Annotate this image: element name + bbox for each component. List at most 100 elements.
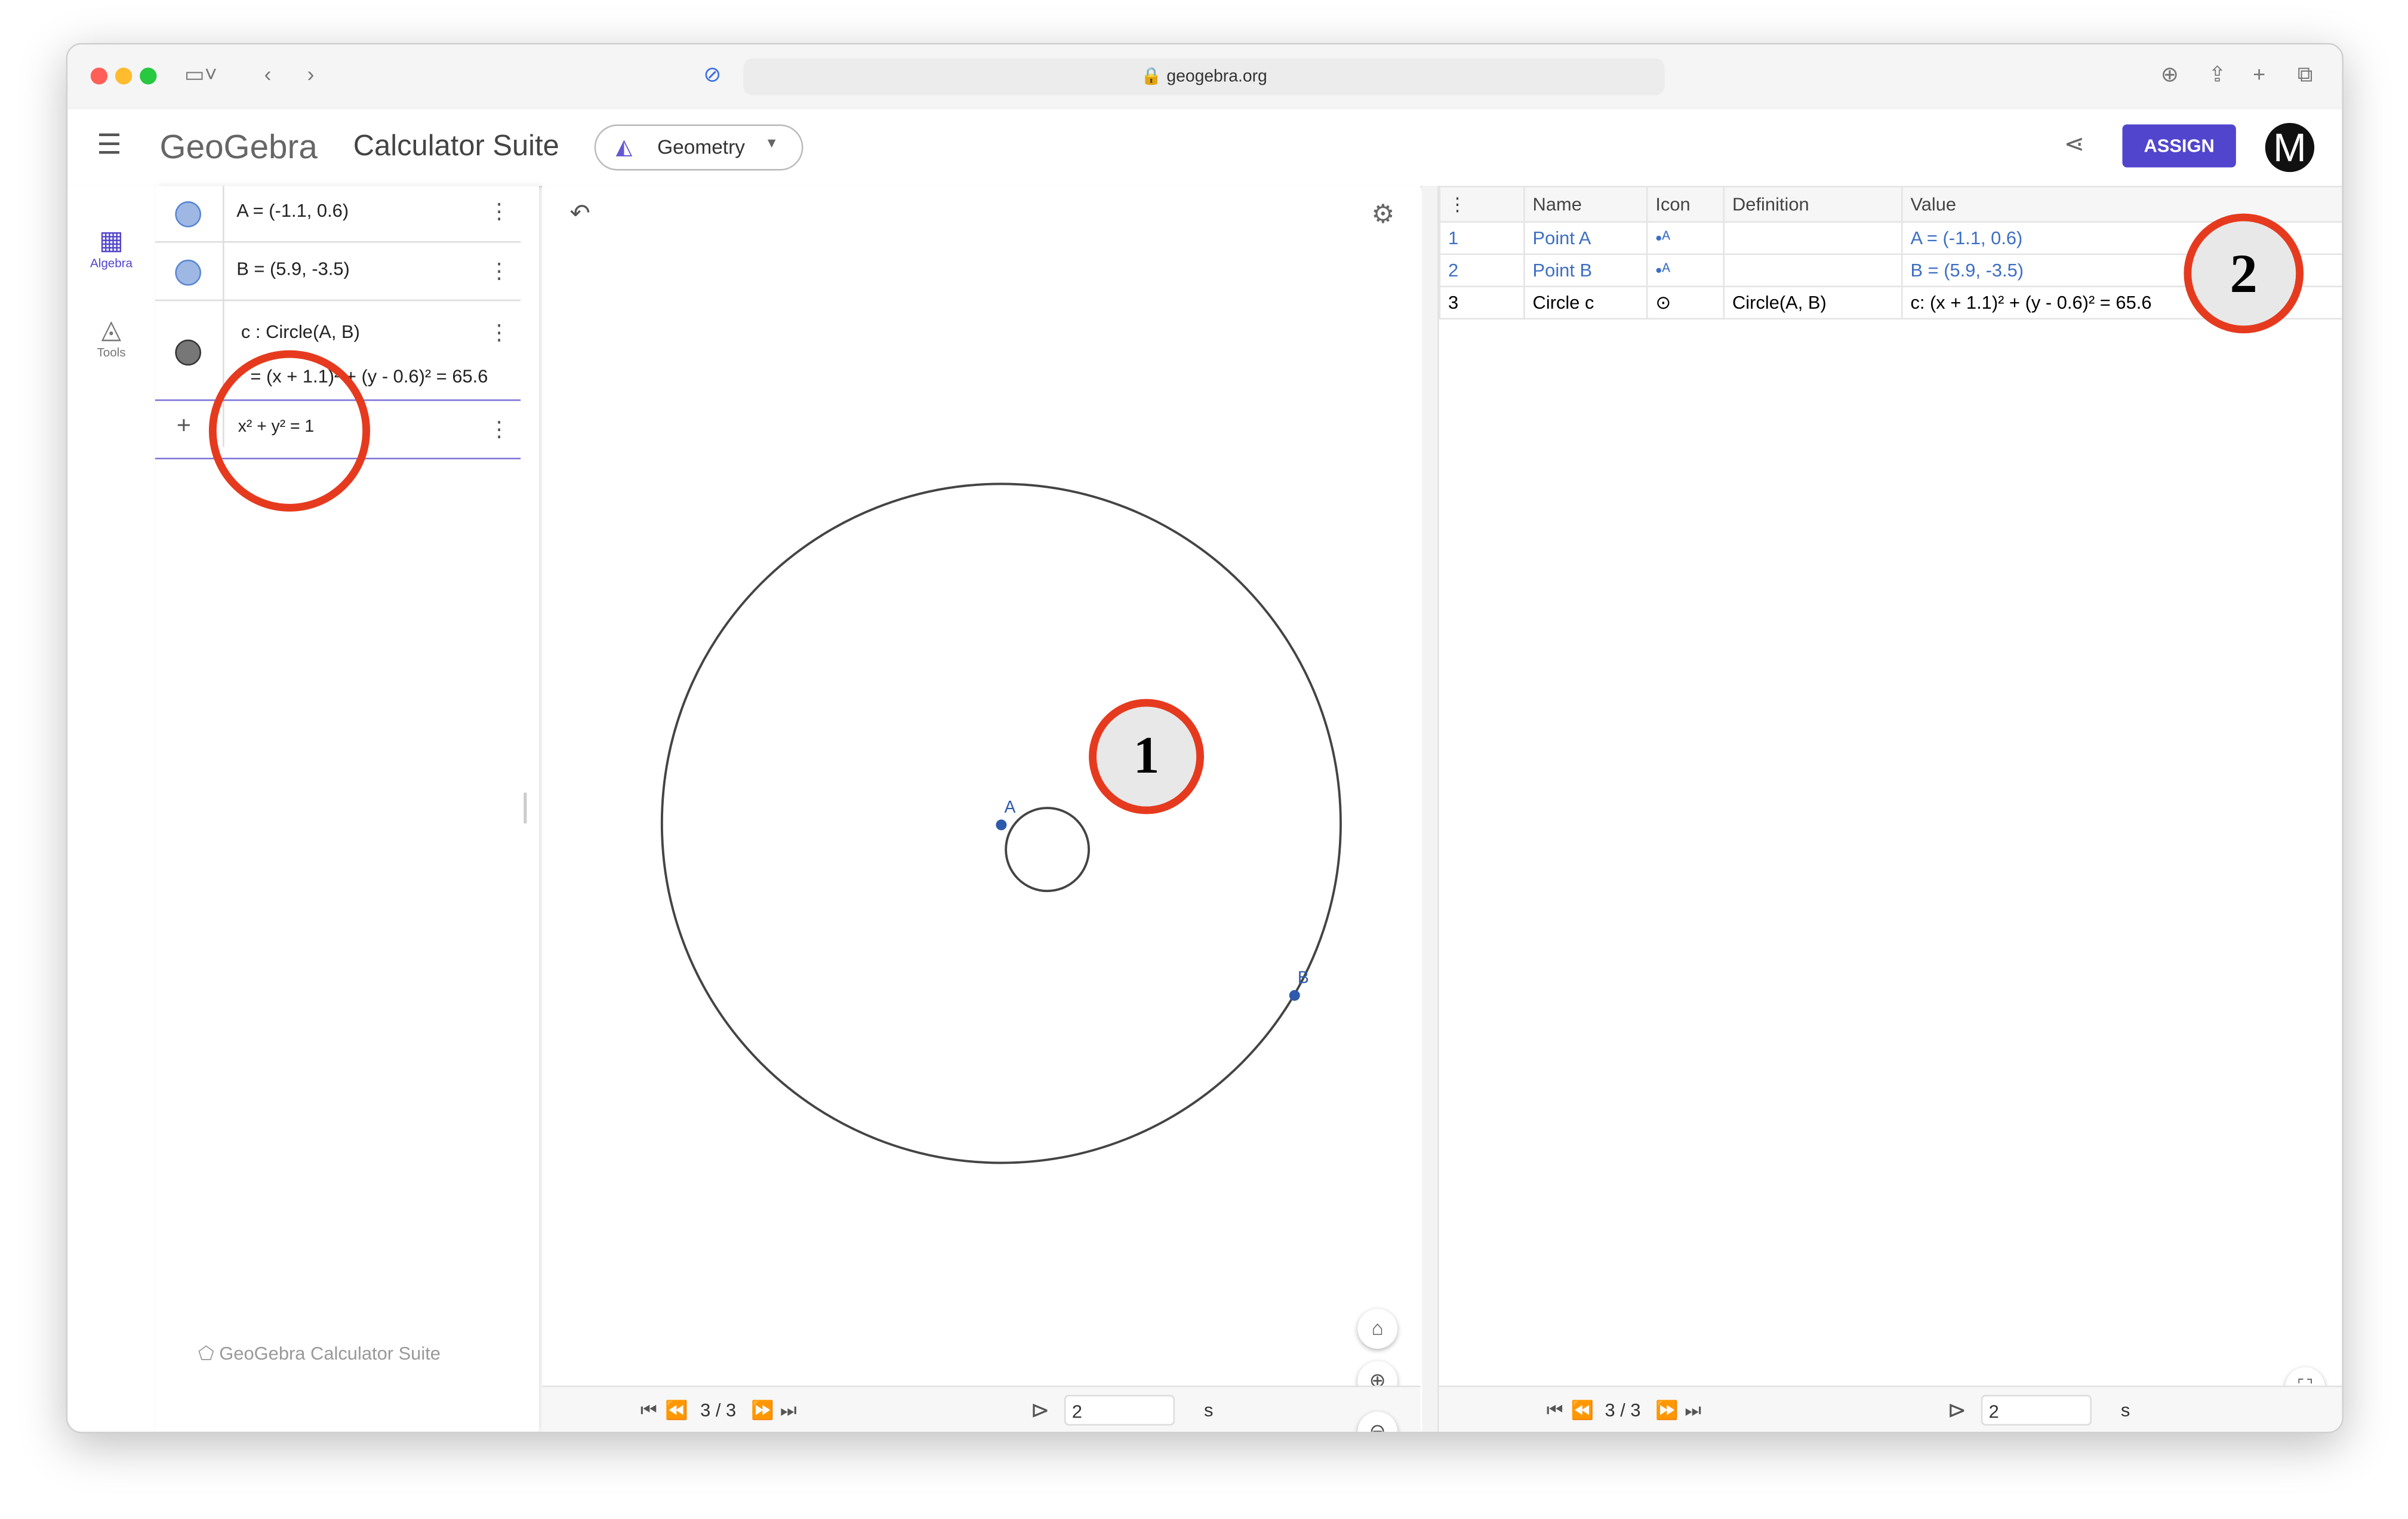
speed-unit: s: [2120, 1399, 2130, 1421]
plus-icon[interactable]: +: [177, 413, 191, 441]
close-window-button[interactable]: [90, 67, 108, 85]
column-header[interactable]: Icon: [1646, 186, 1725, 223]
algebra-item-text[interactable]: c : Circle(A, B): [241, 321, 360, 343]
share-icon[interactable]: ⇪: [2209, 62, 2227, 88]
calculator-icon: ▦: [98, 226, 124, 256]
url-text: geogebra.org: [1166, 67, 1267, 87]
sidebar-item-label: Tools: [97, 345, 126, 360]
annotation-circle: [208, 350, 371, 512]
app-title: Calculator Suite: [353, 130, 559, 163]
new-tab-icon[interactable]: +: [2253, 62, 2265, 86]
row-definition: Circle(A, B): [1723, 285, 1903, 320]
sidebar-item-label: Algebra: [90, 256, 133, 270]
avatar[interactable]: M: [2265, 122, 2315, 173]
forward-icon[interactable]: ›: [307, 62, 315, 86]
more-options-icon[interactable]: ⋮: [488, 198, 510, 225]
protocol-player-bar: ⏮ ⏪ 3 / 3 ⏩ ⏭ ⊳ 2 s: [1439, 1385, 2342, 1432]
geometry-icon: ◭: [615, 133, 633, 158]
play-icon[interactable]: ⊳: [1030, 1397, 1049, 1424]
app-header: ☰ GeoGebra Calculator Suite ◭ Geometry ▼…: [67, 109, 2342, 187]
column-header[interactable]: Name: [1523, 186, 1648, 223]
point-a[interactable]: [996, 819, 1007, 831]
step-counter: 3 / 3: [1605, 1399, 1641, 1421]
first-step-icon[interactable]: ⏮: [641, 1400, 657, 1423]
play-icon[interactable]: ⊳: [1947, 1397, 1966, 1424]
next-step-icon[interactable]: ⏩: [1655, 1400, 1678, 1421]
last-step-icon[interactable]: ⏭: [1685, 1400, 1701, 1423]
algebra-item-text[interactable]: B = (5.9, -3.5): [236, 258, 350, 279]
geogebra-logo[interactable]: GeoGebra: [160, 128, 318, 168]
geogebra-logo-icon: ⬠: [198, 1342, 220, 1364]
footer-brand: ⬠ GeoGebra Calculator Suite: [198, 1343, 441, 1364]
app-selector[interactable]: ◭ Geometry ▼: [594, 124, 803, 171]
resize-handle[interactable]: [524, 792, 527, 823]
maximize-window-button[interactable]: [140, 67, 157, 85]
column-header[interactable]: Value: [1901, 186, 2342, 223]
shapes-icon: ◬: [101, 315, 122, 345]
speed-unit: s: [1203, 1399, 1214, 1421]
assign-button[interactable]: ASSIGN: [2122, 124, 2236, 168]
row-definition: [1723, 253, 1903, 288]
home-icon[interactable]: ⌂: [1357, 1308, 1398, 1349]
speed-input[interactable]: 2: [1981, 1395, 2092, 1426]
speed-value: 2: [1988, 1401, 1999, 1423]
algebra-item[interactable]: A = (-1.1, 0.6) ⋮: [155, 186, 521, 243]
row-number: 2: [1439, 253, 1525, 288]
point-icon: •ᴬ: [1646, 221, 1725, 256]
browser-titlebar: ▭˅ ‹ › ⊘ 🔒 geogebra.org ⊕ ⇪ + ⧉: [67, 44, 2342, 111]
step-counter: 3 / 3: [700, 1399, 737, 1421]
share-icon[interactable]: ⋖: [2064, 129, 2084, 159]
row-number: 3: [1439, 285, 1525, 320]
point-icon: •ᴬ: [1646, 253, 1725, 288]
link-icon[interactable]: ⊘: [703, 62, 721, 88]
next-step-icon[interactable]: ⏩: [751, 1400, 774, 1421]
row-number: 1: [1439, 221, 1525, 256]
download-icon[interactable]: ⊕: [2161, 62, 2179, 88]
more-options-icon[interactable]: ⋮: [488, 416, 510, 442]
sidebar-item-tools[interactable]: ◬ Tools: [67, 315, 155, 359]
last-step-icon[interactable]: ⏭: [780, 1400, 797, 1423]
point-b[interactable]: [1289, 990, 1300, 1001]
unit-circle[interactable]: [1005, 807, 1090, 893]
chevron-down-icon: ▼: [765, 135, 779, 151]
row-name: Point B: [1523, 253, 1648, 288]
more-options-icon[interactable]: ⋮: [488, 319, 510, 346]
prev-step-icon[interactable]: ⏪: [1571, 1400, 1594, 1421]
sidebar-toggle-icon[interactable]: ▭˅: [184, 62, 217, 88]
column-header[interactable]: Definition: [1723, 186, 1903, 223]
prev-step-icon[interactable]: ⏪: [665, 1400, 688, 1421]
row-name: Circle c: [1523, 285, 1648, 320]
table-header: ⋮ Name Icon Definition Value: [1439, 186, 2342, 223]
footer-text: GeoGebra Calculator Suite: [219, 1342, 441, 1364]
graphics-canvas[interactable]: A B: [542, 186, 1421, 1384]
point-a-label: A: [1005, 797, 1016, 816]
minimize-window-button[interactable]: [115, 67, 133, 85]
tabs-overview-icon[interactable]: ⧉: [2298, 62, 2313, 88]
speed-input[interactable]: 2: [1064, 1395, 1175, 1426]
sidebar-item-algebra[interactable]: ▦ Algebra: [67, 226, 155, 270]
annotation-marker-1: 1: [1089, 699, 1204, 814]
graphics-player-bar: ⏮ ⏪ 3 / 3 ⏩ ⏭ ⊳ 2 s: [542, 1385, 1421, 1432]
view-divider[interactable]: [1422, 186, 1438, 1432]
algebra-view: A = (-1.1, 0.6) ⋮ B = (5.9, -3.5) ⋮ c : …: [155, 186, 540, 1432]
speed-value: 2: [1071, 1401, 1082, 1423]
browser-window: ▭˅ ‹ › ⊘ 🔒 geogebra.org ⊕ ⇪ + ⧉ ☰ GeoGeb…: [66, 43, 2344, 1434]
sidebar: ▦ Algebra ◬ Tools ⌨: [67, 186, 187, 1432]
menu-icon[interactable]: ☰: [97, 129, 122, 161]
point-b-label: B: [1298, 968, 1309, 987]
address-bar[interactable]: 🔒 geogebra.org: [743, 58, 1665, 96]
more-options-icon[interactable]: ⋮: [488, 258, 510, 284]
column-menu-icon[interactable]: ⋮: [1439, 186, 1525, 223]
algebra-item-text[interactable]: A = (-1.1, 0.6): [236, 199, 349, 221]
visibility-toggle[interactable]: [175, 201, 202, 227]
visibility-toggle[interactable]: [175, 339, 202, 366]
algebra-item[interactable]: B = (5.9, -3.5) ⋮: [155, 242, 521, 302]
app-selector-label: Geometry: [657, 135, 745, 158]
first-step-icon[interactable]: ⏮: [1547, 1400, 1563, 1423]
visibility-toggle[interactable]: [175, 259, 202, 286]
construction-protocol: ⋮ Name Icon Definition Value 1 Point A •…: [1437, 186, 2342, 1432]
graphics-view: ↶ ⚙ A B ⌂ ⊕ ⊖ ⏮ ⏪ 3 / 3 ⏩ ⏭ ⊳ 2 s: [542, 186, 1421, 1432]
annotation-marker-2: 2: [2184, 213, 2304, 334]
row-name: Point A: [1523, 221, 1648, 256]
back-icon[interactable]: ‹: [264, 62, 272, 86]
